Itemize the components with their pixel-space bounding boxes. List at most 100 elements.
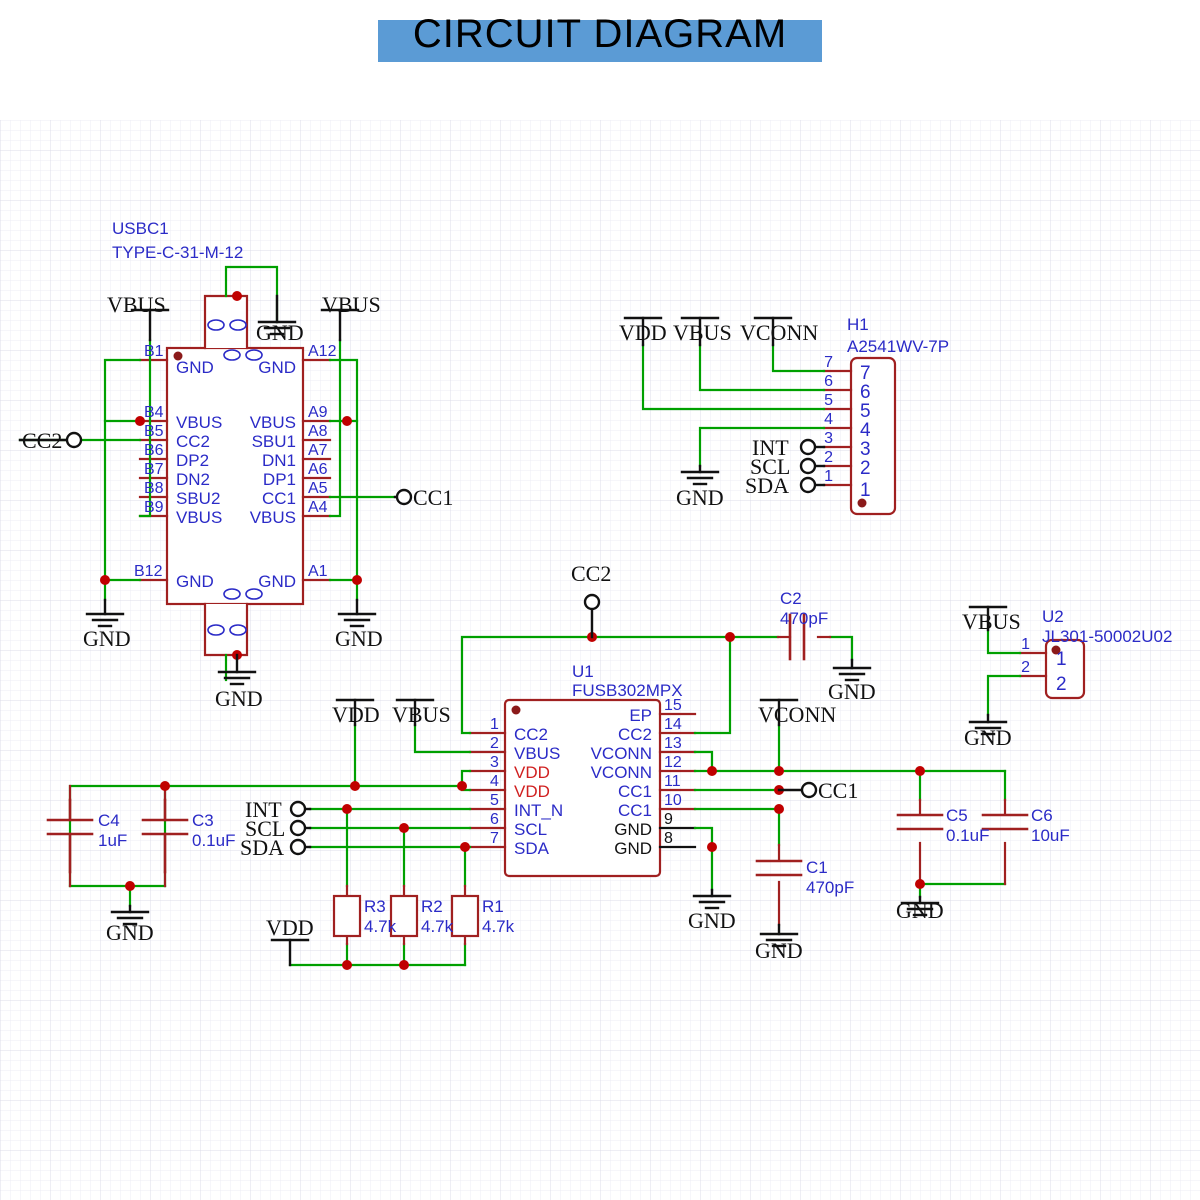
u1-pinnum-11: 11 bbox=[664, 773, 681, 790]
h1-pinlbl-6: 6 bbox=[860, 382, 871, 403]
netlabel-gnd-usbc-bottom: GND bbox=[215, 686, 263, 711]
c4-value: 1uF bbox=[98, 831, 127, 850]
r2-refdes: R2 bbox=[421, 897, 443, 916]
u1-pin-ep: EP bbox=[629, 706, 652, 725]
usbc1-refdes: USBC1 bbox=[112, 219, 169, 238]
u1-pin-cc2-14: CC2 bbox=[618, 725, 652, 744]
u1-pinnum-8: 8 bbox=[664, 830, 673, 847]
netlabel-gnd-c34: GND bbox=[106, 920, 154, 945]
h1-refdes: H1 bbox=[847, 315, 869, 334]
netlabel-gnd-usbc-right: GND bbox=[335, 626, 383, 651]
h1-pinlbl-2: 2 bbox=[860, 458, 871, 479]
u1-pinnum-7: 7 bbox=[490, 830, 499, 847]
usbc1-pinnum-a9: A9 bbox=[308, 404, 328, 421]
h1-signal-ports[interactable] bbox=[799, 438, 826, 494]
usbc1-pinnum-b1: B1 bbox=[144, 343, 164, 360]
u1-pinnum-2: 2 bbox=[490, 735, 499, 752]
usbc1-pin-gnd-b12: GND bbox=[176, 572, 214, 591]
u1-pin-scl: SCL bbox=[514, 820, 547, 839]
u1-pin-sda: SDA bbox=[514, 839, 550, 858]
netlabel-vbus-u1: VBUS bbox=[392, 702, 451, 727]
usbc1-part: TYPE-C-31-M-12 bbox=[112, 243, 243, 262]
c5-value: 0.1uF bbox=[946, 826, 989, 845]
u1-pinnum-13: 13 bbox=[664, 735, 682, 752]
netlabel-vconn-u1: VCONN bbox=[758, 702, 836, 727]
netlabel-gnd-c56: GND bbox=[896, 898, 944, 923]
usbc1-pin-vbus-b9: VBUS bbox=[176, 508, 222, 527]
grid-background bbox=[0, 120, 1200, 1200]
usbc1-pinnum-a5: A5 bbox=[308, 480, 328, 497]
usbc1-pinnum-b8: B8 bbox=[144, 480, 164, 497]
usbc1-pinnum-a12: A12 bbox=[308, 343, 337, 360]
usbc1-pin-gnd-b1: GND bbox=[176, 358, 214, 377]
h1-pinnum-2: 2 bbox=[824, 449, 833, 466]
usbc1-pin-sbu2-b8: SBU2 bbox=[176, 489, 220, 508]
r3-value: 4.7k bbox=[364, 917, 397, 936]
usbc1-pinnum-b9: B9 bbox=[144, 499, 164, 516]
netlabel-vbus-usbc-right: VBUS bbox=[322, 292, 381, 317]
c5-refdes: C5 bbox=[946, 806, 968, 825]
c3-refdes: C3 bbox=[192, 811, 214, 830]
h1-pinnum-1: 1 bbox=[824, 468, 833, 485]
u1-pinnum-12: 12 bbox=[664, 754, 682, 771]
c2-value: 470pF bbox=[780, 609, 828, 628]
u1-pinnum-15: 15 bbox=[664, 697, 682, 714]
netlabel-vconn-h1: VCONN bbox=[740, 320, 818, 345]
u2-pinlbl-2: 2 bbox=[1056, 674, 1067, 695]
c1-refdes: C1 bbox=[806, 858, 828, 877]
netlabel-vbus-usbc-left: VBUS bbox=[107, 292, 166, 317]
h1-pinlbl-5: 5 bbox=[860, 401, 871, 422]
h1-pinlbl-1: 1 bbox=[860, 480, 871, 501]
netlabel-gnd-u2: GND bbox=[964, 725, 1012, 750]
u2-pinnum-1: 1 bbox=[1021, 636, 1030, 653]
usbc1-pin-dn1-a7: DN1 bbox=[262, 451, 296, 470]
component-usbc1[interactable] bbox=[138, 294, 332, 657]
u1-pin-int-n: INT_N bbox=[514, 801, 563, 820]
c4-refdes: C4 bbox=[98, 811, 120, 830]
u1-pinnum-1: 1 bbox=[490, 716, 499, 733]
usbc1-pin-vbus-b4: VBUS bbox=[176, 413, 222, 432]
netlabel-gnd-c2: GND bbox=[828, 679, 876, 704]
usbc1-pinnum-b4: B4 bbox=[144, 404, 164, 421]
usbc1-pin-sbu1-a8: SBU1 bbox=[252, 432, 296, 451]
h1-part: A2541WV-7P bbox=[847, 337, 949, 356]
netlabel-vbus-u2: VBUS bbox=[962, 609, 1021, 634]
u1-pin-cc1-10: CC1 bbox=[618, 801, 652, 820]
usbc1-pinnum-b6: B6 bbox=[144, 442, 164, 459]
u1-pin-cc2: CC2 bbox=[514, 725, 548, 744]
h1-pinnum-6: 6 bbox=[824, 373, 833, 390]
u1-pin-cc1-11: CC1 bbox=[618, 782, 652, 801]
r1-refdes: R1 bbox=[482, 897, 504, 916]
usbc1-pinnum-a6: A6 bbox=[308, 461, 328, 478]
usbc1-pinnum-b7: B7 bbox=[144, 461, 164, 478]
u2-refdes: U2 bbox=[1042, 607, 1064, 626]
c6-refdes: C6 bbox=[1031, 806, 1053, 825]
r2-value: 4.7k bbox=[421, 917, 454, 936]
usbc1-pinnum-a4: A4 bbox=[308, 499, 328, 516]
u1-pin-vdd-4: VDD bbox=[514, 782, 550, 801]
usbc1-pin-gnd-a1: GND bbox=[258, 572, 296, 591]
usbc1-pin-vbus-a4: VBUS bbox=[250, 508, 296, 527]
usbc1-pinnum-b5: B5 bbox=[144, 423, 164, 440]
netlabel-vdd-u1: VDD bbox=[332, 702, 380, 727]
c2-refdes: C2 bbox=[780, 589, 802, 608]
netlabel-cc2-u1-port: CC2 bbox=[571, 561, 611, 586]
u1-pin-vdd-3: VDD bbox=[514, 763, 550, 782]
page-title: CIRCUIT DIAGRAM bbox=[412, 11, 788, 56]
u2-pinnum-2: 2 bbox=[1021, 659, 1030, 676]
netlabel-vbus-h1: VBUS bbox=[673, 320, 732, 345]
u1-pin-gnd-9: GND bbox=[614, 820, 652, 839]
usbc1-pinnum-a8: A8 bbox=[308, 423, 328, 440]
usbc1-pinnum-a7: A7 bbox=[308, 442, 328, 459]
h1-pinnum-5: 5 bbox=[824, 392, 833, 409]
netlabel-vdd-resistors: VDD bbox=[266, 915, 314, 940]
netlabel-cc1-u1-port: CC1 bbox=[818, 778, 858, 803]
u1-pinnum-6: 6 bbox=[490, 811, 499, 828]
h1-pinnum-3: 3 bbox=[824, 430, 833, 447]
u1-pinnum-4: 4 bbox=[490, 773, 499, 790]
c6-value: 10uF bbox=[1031, 826, 1070, 845]
h1-pinnum-7: 7 bbox=[824, 354, 833, 371]
netlabel-gnd-usbc-top: GND bbox=[256, 320, 304, 345]
h1-pinnum-4: 4 bbox=[824, 411, 833, 428]
u1-pinnum-9: 9 bbox=[664, 811, 673, 828]
